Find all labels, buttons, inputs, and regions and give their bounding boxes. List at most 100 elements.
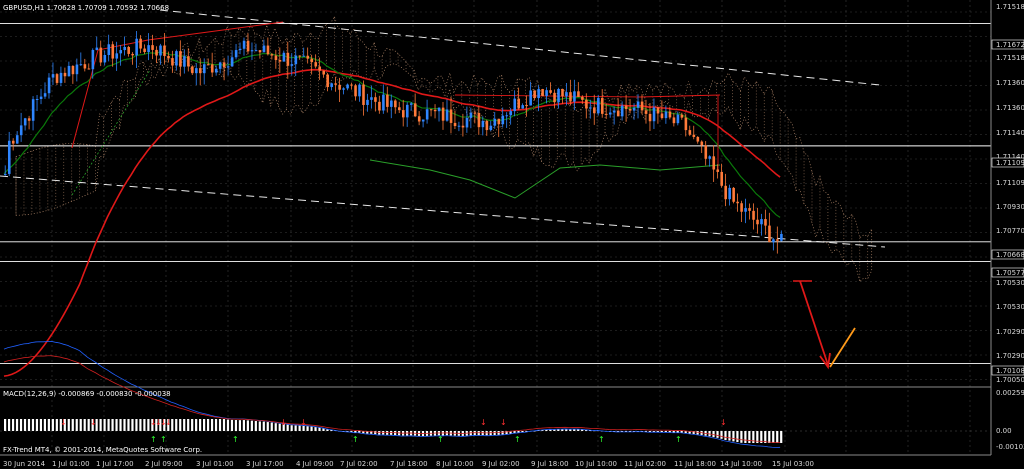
time-axis: 30 Jun 2014 1 Jul 01:00 1 Jul 17:00 2 Jul 0… xyxy=(3,460,814,468)
candle-body xyxy=(39,96,43,99)
candlesticks xyxy=(4,31,783,254)
candle-body xyxy=(238,48,242,51)
candle-body xyxy=(346,84,349,89)
macd-hist-bar xyxy=(195,419,198,431)
candle-body xyxy=(553,92,556,103)
candle-body xyxy=(724,185,727,200)
candle-body xyxy=(402,110,405,118)
candle-body xyxy=(83,64,87,69)
candle-body xyxy=(740,203,743,212)
macd-hist-bar xyxy=(266,422,269,431)
candle-body xyxy=(55,74,59,83)
macd-hist-bar xyxy=(27,419,31,431)
candle-body xyxy=(199,68,202,74)
macd-hist-bar xyxy=(15,419,19,431)
macd-hist-bar xyxy=(290,425,293,431)
macd-hist-bar xyxy=(374,431,377,435)
candle-body xyxy=(330,83,333,88)
macd-hist-bar xyxy=(728,431,731,441)
candle-body xyxy=(676,114,680,124)
price-chart[interactable]: GBPUSD,H1 1.70628 1.70709 1.70592 1.7066… xyxy=(0,0,1024,469)
candle-body xyxy=(163,45,166,56)
candle-body xyxy=(206,64,210,66)
candle-body xyxy=(457,125,461,127)
candle-body xyxy=(405,104,409,118)
price-tick: 1.71140 xyxy=(996,129,1024,137)
macd-hist-bar xyxy=(187,419,190,431)
candle-body xyxy=(505,115,509,117)
horizontal-levels[interactable] xyxy=(0,23,991,364)
candle-body xyxy=(744,208,747,212)
macd-hist-bar xyxy=(35,419,39,431)
macd-hist-bar xyxy=(75,419,78,431)
candle-body xyxy=(616,110,620,117)
macd-hist-bar xyxy=(135,419,138,431)
price-tick: 1.70530 xyxy=(996,279,1024,287)
zigzag-red-2 xyxy=(454,94,721,98)
candle-body xyxy=(760,219,763,225)
candle-body xyxy=(135,38,138,56)
macd-hist-bar xyxy=(254,421,257,431)
candle-body xyxy=(545,90,548,96)
macd-hist-bar xyxy=(314,427,317,431)
candle-body xyxy=(441,107,445,121)
macd-arrow-up: ↑ xyxy=(160,435,167,444)
candle-body xyxy=(286,52,290,66)
price-tick: 1.70290 xyxy=(996,328,1024,336)
candle-body xyxy=(107,44,111,55)
macd-hist-bar xyxy=(43,419,46,431)
candle-body xyxy=(449,109,453,123)
macd-arrow-down: ↓ xyxy=(165,418,172,427)
price-tick: 1.70108 xyxy=(996,367,1024,375)
candle-body xyxy=(59,72,63,83)
candle-body xyxy=(525,105,528,107)
candle-body xyxy=(11,140,15,144)
macd-hist-bar xyxy=(191,419,194,431)
candle-body xyxy=(732,187,735,202)
candle-body xyxy=(222,62,226,68)
macd-hist-bar xyxy=(238,420,242,431)
arrow-up-line xyxy=(829,327,856,368)
candle-body xyxy=(569,92,572,102)
candle-body xyxy=(354,85,357,97)
candle-body xyxy=(314,62,318,67)
macd-hist-bar xyxy=(79,419,82,431)
macd-hist-bar xyxy=(740,431,743,443)
candle-body xyxy=(386,94,389,107)
candle-body xyxy=(51,74,55,78)
zigzag-green-dash xyxy=(71,69,151,196)
candle-body xyxy=(230,57,234,67)
macd-hist-bar xyxy=(7,419,11,431)
candle-body xyxy=(306,55,310,59)
macd-arrow-up: ↑ xyxy=(514,435,521,444)
macd-hist-bar xyxy=(119,419,122,431)
macd-hist-bar xyxy=(501,431,504,435)
macd-hist-bar xyxy=(234,420,238,431)
macd-hist-bar xyxy=(83,419,86,431)
candle-body xyxy=(298,55,302,57)
macd-arrow-down: ↓ xyxy=(720,418,727,427)
candle-body xyxy=(708,156,712,159)
price-tick: 1.70930 xyxy=(996,203,1024,211)
candle-body xyxy=(413,103,417,117)
chart-window[interactable]: GBPUSD,H1 1.70628 1.70709 1.70592 1.7066… xyxy=(0,0,1024,469)
time-tick: 11 Jul 02:00 xyxy=(624,460,666,468)
macd-hist-bar xyxy=(175,419,178,431)
candle-body xyxy=(119,50,123,54)
macd-arrow-down: ↓ xyxy=(480,418,487,427)
macd-hist-bar xyxy=(744,431,747,443)
candle-body xyxy=(429,109,433,111)
macd-hist-bar xyxy=(712,431,715,438)
price-tick: 1.70577 xyxy=(996,269,1024,277)
macd-hist-bar xyxy=(720,431,723,439)
macd-hist-bar xyxy=(318,427,321,431)
candle-body xyxy=(171,58,174,66)
candle-body xyxy=(513,98,517,112)
chart-header: GBPUSD,H1 1.70628 1.70709 1.70592 1.7066… xyxy=(3,4,169,12)
candle-body xyxy=(390,100,393,107)
candle-body xyxy=(262,45,266,53)
macd-arrow-down: ↓ xyxy=(280,418,287,427)
candle-body xyxy=(656,107,660,114)
candle-body xyxy=(111,44,115,59)
macd-hist-bar xyxy=(716,431,719,438)
